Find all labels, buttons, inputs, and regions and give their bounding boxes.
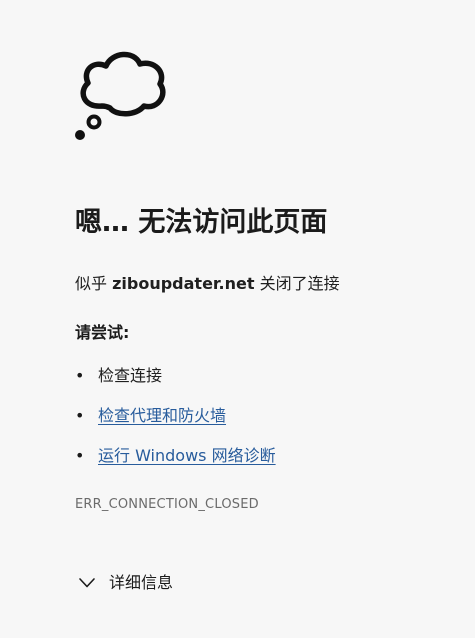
details-button[interactable]: 详细信息 (78, 570, 173, 596)
host-name: ziboupdater.net (112, 274, 255, 293)
chevron-down-icon (79, 578, 95, 588)
details-label: 详细信息 (109, 573, 174, 592)
message-suffix: 关闭了连接 (254, 274, 340, 293)
cloud-thought-icon (75, 51, 166, 140)
suggestion-check-connection: • 检查连接 (75, 363, 162, 389)
error-code: ERR_CONNECTION_CLOSED (75, 497, 259, 512)
bullet: • (75, 366, 85, 385)
check-proxy-firewall-link[interactable]: 检查代理和防火墙 (98, 406, 226, 425)
suggestion-network-diagnostics: • 运行 Windows 网络诊断 (75, 443, 276, 469)
message-prefix: 似乎 (75, 274, 113, 293)
bullet: • (75, 446, 85, 465)
network-diagnostics-link[interactable]: 运行 Windows 网络诊断 (98, 446, 276, 465)
error-message: 似乎 ziboupdater.net 关闭了连接 (75, 271, 340, 297)
page-title: 嗯… 无法访问此页面 (75, 207, 328, 238)
suggestion-check-proxy-firewall: • 检查代理和防火墙 (75, 403, 226, 429)
bullet: • (75, 406, 85, 425)
suggestion-label: 检查连接 (98, 366, 163, 385)
try-heading: 请尝试: (75, 323, 130, 342)
